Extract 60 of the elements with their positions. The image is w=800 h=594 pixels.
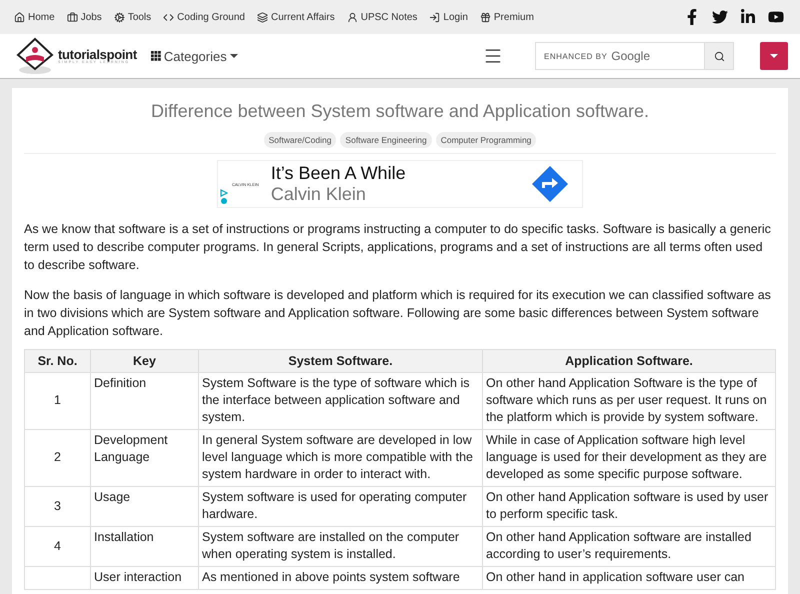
directions-icon[interactable] <box>532 166 568 202</box>
column-header: System Software. <box>198 350 482 372</box>
code-icon <box>163 12 174 22</box>
table-cell: 2 <box>24 430 90 486</box>
table-cell: On other hand in application software user can <box>482 566 776 590</box>
grid-icon <box>150 51 161 61</box>
twitter-icon[interactable] <box>712 9 728 25</box>
body-paragraph: Now the basis of language in which software is developed and platform which is required for its execution we can classified software as in two divisions which are System software and Application software. Following are some basic differences between System software and Application software. <box>24 287 772 340</box>
table-cell: System Software is the type of software which is the interface between application software and system. <box>198 372 482 430</box>
briefcase-icon <box>66 12 78 22</box>
nav-link[interactable]: UPSC Notes <box>346 12 418 22</box>
table-cell: On other hand Application Software is the type of software which runs as per user request. It runs on the platform which is provide by system software. <box>482 372 776 430</box>
nav-link[interactable]: Home <box>14 12 55 22</box>
categories-button[interactable]: Categories <box>144 48 244 64</box>
caret-icon <box>230 54 238 58</box>
layers-icon <box>257 12 268 22</box>
ad-headline: It’s Been A While <box>270 163 407 184</box>
table-cell: On other hand Application software is used by user to perform specific task. <box>482 486 776 526</box>
table-cell: User interaction <box>90 566 198 590</box>
logo-name[interactable]: tutorialspoint <box>58 48 137 61</box>
linkedin-icon[interactable] <box>740 9 756 25</box>
home-icon <box>14 12 25 22</box>
nav-link[interactable]: Coding Ground <box>163 12 245 22</box>
table-cell: Development Language <box>90 430 198 486</box>
table-cell: While in case of Application software high level language is used for their development as they are developed as some specific purpose software. <box>482 430 776 486</box>
article-title: Difference between System software and Application software. <box>150 101 650 122</box>
gear-icon <box>114 12 125 22</box>
table-cell: Definition <box>90 372 198 430</box>
table-cell: System software is used for operating computer hardware. <box>198 486 482 526</box>
nav-link[interactable]: Current Affairs <box>257 12 335 22</box>
column-header: Sr. No. <box>24 350 90 372</box>
caret-icon <box>770 54 778 58</box>
table-cell: Installation <box>90 526 198 566</box>
tag-link[interactable]: Computer Programming <box>436 132 536 148</box>
youtube-icon[interactable] <box>768 9 784 25</box>
table-cell: 3 <box>24 486 90 526</box>
table-cell: As mentioned in above points system software <box>198 566 482 590</box>
tag-link[interactable]: Software/Coding <box>264 132 336 148</box>
play-icon[interactable] <box>220 189 228 197</box>
adchoices-icon[interactable] <box>220 197 228 205</box>
table-cell: 4 <box>24 526 90 566</box>
body-paragraph: As we know that software is a set of instructions or programs instructing a computer to do specific tasks. Software is basically a generic term used to describe computer programs. In general Scripts, applications, programs and a set of instructions are all terms often used to describe software. <box>24 221 772 274</box>
logo-icon[interactable] <box>14 37 56 75</box>
user-icon <box>346 12 358 22</box>
nav-link[interactable]: Jobs <box>66 12 102 22</box>
table-cell: 1 <box>24 372 90 430</box>
tag-link[interactable]: Software Engineering <box>340 132 432 148</box>
login-icon <box>429 12 440 22</box>
dropdown-button[interactable] <box>760 42 788 70</box>
nav-link[interactable]: Premium <box>480 12 534 22</box>
gift-icon <box>480 12 491 22</box>
table-cell: In general System software are developed in low level language which is more compatible with the system hardware in order to interact with. <box>198 430 482 486</box>
column-header: Key <box>90 350 198 372</box>
table-cell: System software are installed on the computer when operating system is installed. <box>198 526 482 566</box>
nav-link[interactable]: Tools <box>114 12 152 22</box>
column-header: Application Software. <box>482 350 776 372</box>
table-cell: Usage <box>90 486 198 526</box>
ad-advertiser: Calvin Klein <box>270 184 367 205</box>
nav-link[interactable]: Login <box>429 12 468 22</box>
table-cell: On other hand Application software are installed according to user’s requirements. <box>482 526 776 566</box>
